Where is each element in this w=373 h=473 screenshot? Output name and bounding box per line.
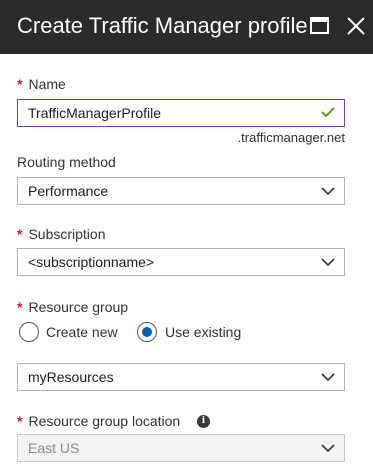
close-button[interactable] [343,13,369,39]
create-new-label[interactable]: Create new [46,323,118,341]
blade-title: Create Traffic Manager profile [17,13,308,38]
required-marker: * [17,299,23,315]
required-marker: * [17,76,23,92]
use-existing-radio[interactable] [137,322,157,342]
routing-method-label: Routing method [17,154,116,170]
close-icon [347,17,365,35]
subscription-label: * Subscription [17,226,106,242]
maximize-icon [310,17,329,34]
routing-method-value: Performance [28,183,109,199]
resource-group-value: myResources [28,369,114,385]
radio-selected-dot [142,327,152,337]
subscription-value: <subscriptionname> [28,254,155,270]
create-new-radio[interactable] [19,322,39,342]
resource-group-location-dropdown: East US [17,434,345,462]
subscription-dropdown[interactable]: <subscriptionname> [17,248,345,276]
chevron-down-icon [321,373,335,382]
chevron-down-icon [321,444,335,453]
routing-method-dropdown[interactable]: Performance [17,177,345,205]
name-input[interactable]: TrafficManagerProfile [17,99,345,127]
chevron-down-icon [321,258,335,267]
blade-header: Create Traffic Manager profile [0,0,373,54]
resource-group-location-label: * Resource group location [17,413,181,429]
resource-group-label: * Resource group [17,299,129,315]
maximize-button[interactable] [307,13,333,39]
checkmark-icon [321,107,335,117]
name-input-value: TrafficManagerProfile [28,105,162,121]
name-label: * Name [17,76,66,92]
use-existing-label[interactable]: Use existing [165,323,241,341]
required-marker: * [17,413,23,429]
resource-group-dropdown[interactable]: myResources [17,363,345,391]
dns-suffix: .trafficmanager.net [237,130,345,145]
chevron-down-icon [321,187,335,196]
info-icon[interactable]: i [197,415,210,428]
required-marker: * [17,226,23,242]
resource-group-location-value: East US [28,440,80,456]
